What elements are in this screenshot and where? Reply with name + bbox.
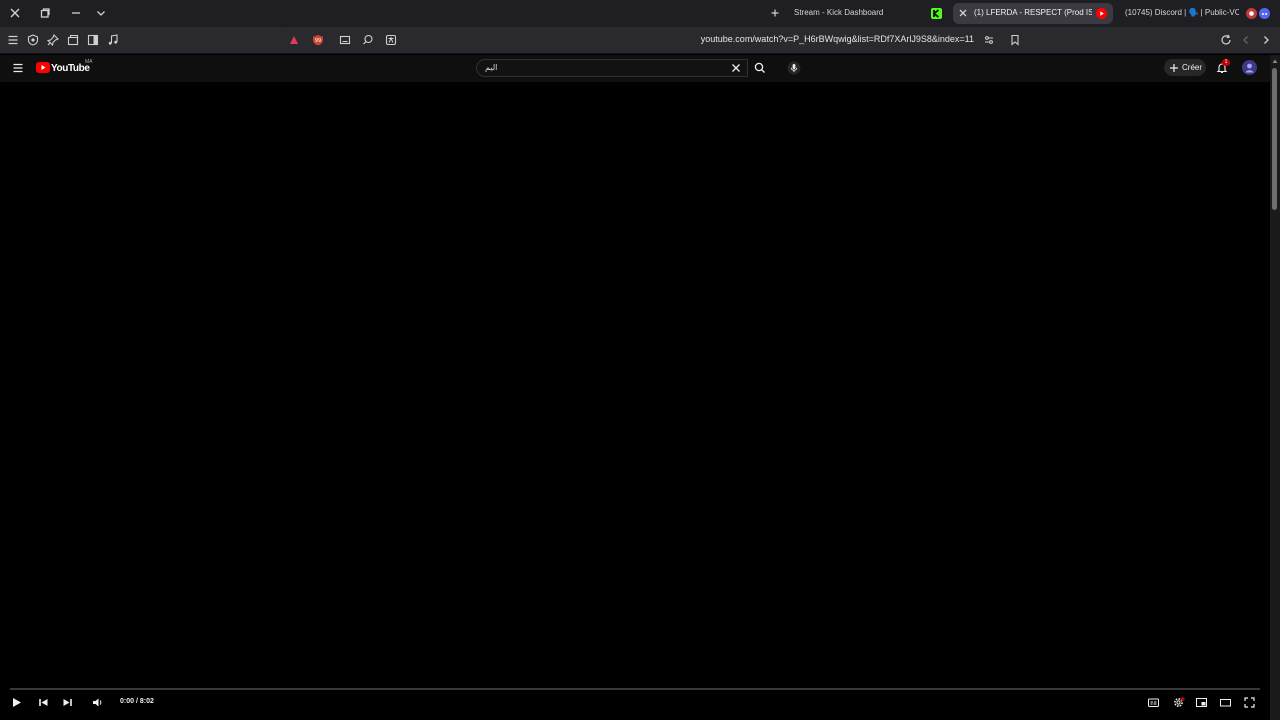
tab-title-youtube[interactable]: (1) LFERDA - RESPECT (Prod ISSA: [974, 8, 1092, 17]
snapshot-icon[interactable]: [338, 33, 352, 47]
back-icon[interactable]: [1239, 33, 1253, 47]
adblock-shield-icon[interactable]: 99: [311, 33, 325, 47]
youtube-playing-icon: [1096, 8, 1107, 19]
fullscreen-icon[interactable]: [1243, 696, 1256, 709]
scrollbar-thumb[interactable]: [1272, 68, 1277, 210]
restore-window-icon[interactable]: [38, 6, 52, 20]
url-text[interactable]: youtube.com/watch?v=P_H6rBWqwig&list=RDf…: [701, 34, 974, 44]
next-icon[interactable]: [61, 696, 74, 709]
voice-search-icon[interactable]: [787, 61, 801, 75]
browser-toolbar: 99: [0, 27, 1280, 54]
tab-title-kick[interactable]: Stream - Kick Dashboard: [794, 8, 883, 17]
forward-icon[interactable]: [1259, 33, 1273, 47]
kick-favicon-icon: [931, 8, 942, 19]
tab-strip: Stream - Kick Dashboard (1) LFERDA - RES…: [0, 0, 1280, 27]
youtube-logo-icon[interactable]: [36, 62, 50, 73]
discord-favicon-icon: [1259, 8, 1270, 19]
time-display: 0:00 / 8:02: [120, 698, 154, 705]
settings-gear-icon[interactable]: [1172, 696, 1185, 709]
subtitles-icon[interactable]: [1147, 696, 1160, 709]
close-window-icon[interactable]: [8, 6, 22, 20]
svg-text:99: 99: [315, 38, 321, 44]
shield-icon[interactable]: [26, 33, 40, 47]
pin-icon[interactable]: [46, 33, 60, 47]
volume-icon[interactable]: [91, 696, 104, 709]
guide-menu-icon[interactable]: [11, 61, 25, 75]
notification-badge: 1: [1222, 59, 1230, 66]
search-input[interactable]: [476, 59, 748, 77]
tabs-icon[interactable]: [66, 33, 80, 47]
translate-icon[interactable]: [384, 33, 398, 47]
miniplayer-icon[interactable]: [1195, 696, 1208, 709]
tab-list-chevron-icon[interactable]: [94, 6, 108, 20]
aria-ai-icon[interactable]: [287, 33, 301, 47]
avatar[interactable]: [1242, 60, 1257, 75]
sidebar-icon[interactable]: [86, 33, 100, 47]
clear-search-icon[interactable]: [729, 61, 743, 75]
site-settings-icon[interactable]: [982, 33, 996, 47]
progress-bar[interactable]: [10, 688, 1260, 690]
minimize-window-icon[interactable]: [69, 6, 83, 20]
recording-icon: [1246, 8, 1257, 19]
search-page-icon[interactable]: [361, 33, 375, 47]
tab-title-discord[interactable]: (10745) Discord | 🗣️ | Public-VC: [1125, 8, 1239, 17]
search-icon[interactable]: [753, 61, 767, 75]
music-icon[interactable]: [106, 33, 120, 47]
plus-icon: [1167, 61, 1181, 75]
youtube-logo-text[interactable]: YouTube: [51, 63, 90, 74]
new-tab-plus-icon[interactable]: [768, 6, 782, 20]
bookmark-icon[interactable]: [1008, 33, 1022, 47]
menu-icon[interactable]: [6, 33, 20, 47]
scroll-up-icon[interactable]: [1272, 58, 1278, 64]
theater-mode-icon[interactable]: [1219, 696, 1232, 709]
close-tab-icon[interactable]: [957, 7, 969, 19]
video-player[interactable]: [0, 82, 1270, 685]
search-query[interactable]: اليم: [485, 63, 497, 72]
country-code: MA: [85, 59, 93, 65]
play-icon[interactable]: [10, 696, 23, 709]
create-label: Créer: [1182, 63, 1203, 72]
reload-icon[interactable]: [1219, 33, 1233, 47]
previous-icon[interactable]: [37, 696, 50, 709]
